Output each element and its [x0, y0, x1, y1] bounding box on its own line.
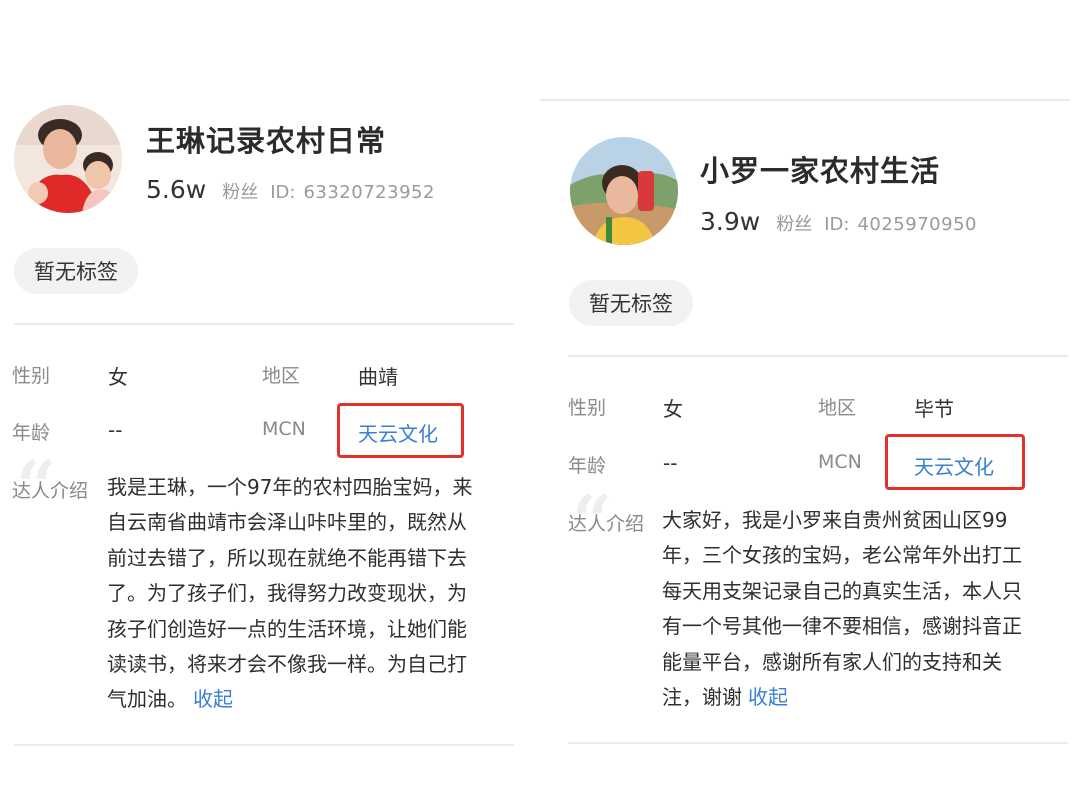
divider: [14, 744, 514, 746]
fans-label: 粉丝: [222, 182, 259, 203]
intro-line: 气加油。: [107, 687, 187, 712]
age-label: 年龄: [12, 422, 51, 444]
age-value: --: [663, 451, 678, 475]
collapse-link[interactable]: 收起: [748, 685, 788, 709]
divider: [14, 323, 514, 325]
divider: [540, 99, 1070, 101]
id-label: ID:: [824, 214, 850, 235]
gender-value: 女: [108, 365, 128, 389]
fans-label: 粉丝: [776, 214, 813, 235]
avatar[interactable]: [570, 137, 678, 245]
profile-stats: 3.9w 粉丝 ID: 4025970950: [700, 207, 977, 236]
intro-line: 读读书，将来才会不像我一样。为自己打: [107, 652, 467, 677]
fans-count: 5.6w: [146, 175, 207, 204]
gender-value: 女: [663, 397, 683, 421]
profile-name: 小罗一家农村生活: [700, 154, 941, 188]
intro-line: 大家好，我是小罗来自贵州贫困山区99: [662, 508, 1008, 532]
id-value: 4025970950: [857, 214, 977, 235]
profile-name: 王琳记录农村日常: [146, 124, 387, 158]
intro-line: 每天用支架记录自己的真实生活，本人只: [662, 578, 1022, 603]
mcn-label: MCN: [262, 418, 306, 440]
region-value: 曲靖: [358, 365, 398, 389]
profile-card-xiaoluo: 小罗一家农村生活 3.9w 粉丝 ID: 4025970950 暂无标签 性别 …: [540, 0, 1080, 810]
intro-label: 达人介绍: [568, 513, 645, 535]
id-label: ID:: [270, 182, 296, 203]
intro-line: 我是王琳，一个97年的农村四胎宝妈，来: [107, 475, 473, 499]
intro-label: 达人介绍: [12, 480, 89, 502]
intro-last-line: 注，谢谢 收起: [662, 680, 1022, 715]
region-label: 地区: [818, 397, 857, 419]
tag-badge: 暂无标签: [569, 280, 693, 326]
intro-line: 注，谢谢: [662, 685, 742, 710]
fans-count: 3.9w: [700, 207, 761, 236]
age-label: 年龄: [568, 455, 607, 477]
mcn-link[interactable]: 天云文化: [914, 451, 994, 480]
profile-stats: 5.6w 粉丝 ID: 63320723952: [146, 175, 435, 204]
mcn-label: MCN: [818, 451, 862, 473]
id-value: 63320723952: [303, 182, 435, 203]
intro-line: 自云南省曲靖市会泽山咔咔里的，既然从: [107, 510, 467, 535]
divider: [568, 355, 1068, 357]
intro-line: 前过去错了，所以现在就绝不能再错下去: [107, 545, 467, 570]
intro-last-line: 气加油。 收起: [107, 682, 472, 717]
collapse-link[interactable]: 收起: [193, 687, 233, 711]
divider: [568, 742, 1068, 744]
intro-line: 有一个号其他一律不要相信，感谢抖音正: [662, 614, 1022, 639]
intro-line: 年，三个女孩的宝妈，老公常年外出打工: [662, 543, 1022, 568]
tag-badge: 暂无标签: [14, 248, 138, 294]
intro-text: 我是王琳，一个97年的农村四胎宝妈，来 自云南省曲靖市会泽山咔咔里的，既然从 前…: [107, 470, 472, 718]
age-value: --: [108, 418, 123, 442]
intro-line: 孩子们创造好一点的生活环境，让她们能: [107, 616, 467, 641]
intro-line: 能量平台，感谢所有家人们的支持和关: [662, 649, 1002, 674]
region-value: 毕节: [914, 397, 954, 421]
gender-label: 性别: [568, 397, 607, 419]
profile-card-wanglin: 王琳记录农村日常 5.6w 粉丝 ID: 63320723952 暂无标签 性别…: [0, 0, 530, 810]
avatar[interactable]: [14, 105, 122, 213]
mcn-link[interactable]: 天云文化: [358, 418, 438, 447]
intro-line: 了。为了孩子们，我得努力改变现状，为: [107, 581, 467, 606]
gender-label: 性别: [12, 365, 51, 387]
intro-text: 大家好，我是小罗来自贵州贫困山区99 年，三个女孩的宝妈，老公常年外出打工 每天…: [662, 503, 1022, 715]
region-label: 地区: [262, 365, 301, 387]
